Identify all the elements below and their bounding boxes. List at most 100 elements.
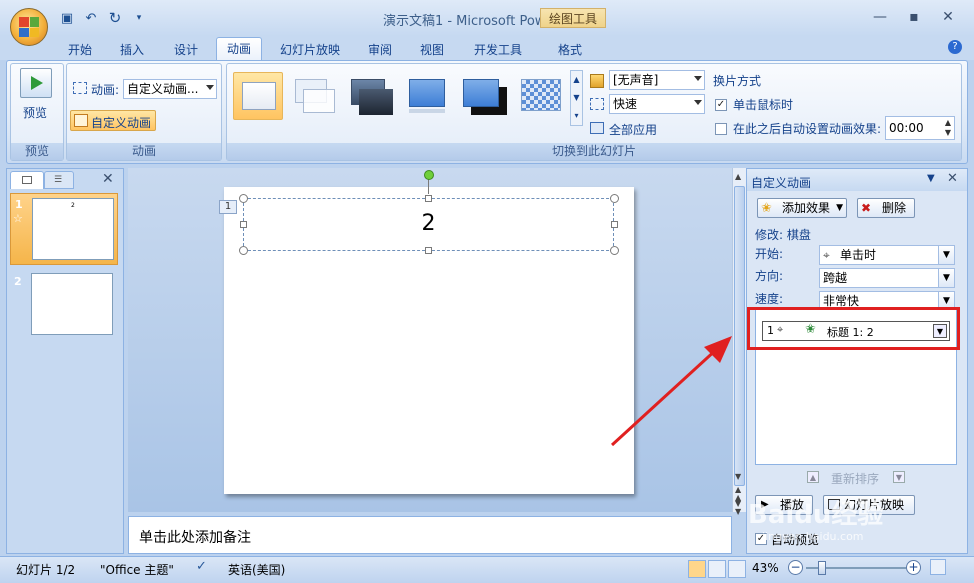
- tab-animations[interactable]: 动画: [216, 37, 263, 61]
- auto-time-spinner[interactable]: 00:00 ▲ ▼: [885, 116, 955, 140]
- speed-value: 非常快: [823, 294, 860, 308]
- tab-slides-thumbnails[interactable]: [10, 171, 44, 189]
- animation-combo-value: 自定义动画...: [127, 82, 199, 96]
- close-icon[interactable]: ✕: [947, 171, 958, 186]
- apply-all-button[interactable]: 全部应用: [609, 121, 657, 138]
- slideshow-view-icon[interactable]: [728, 560, 746, 578]
- remove-label: 删除: [882, 201, 907, 215]
- move-up-icon[interactable]: ▲: [807, 471, 819, 483]
- watermark-url: jingyan.baidu.com: [762, 530, 864, 543]
- transition-cut-icon: [409, 79, 445, 107]
- gallery-down-icon[interactable]: ▼: [571, 89, 582, 107]
- rotate-handle-icon[interactable]: [424, 170, 434, 180]
- chevron-down-icon: ▼: [836, 203, 843, 213]
- sound-combo[interactable]: [无声音]: [609, 70, 705, 90]
- spellcheck-icon[interactable]: ✓: [196, 559, 207, 574]
- tab-outline[interactable]: ☰: [44, 171, 74, 189]
- resize-handle[interactable]: [610, 246, 619, 255]
- transition-fade-black[interactable]: [346, 72, 396, 120]
- transition-fade-black-icon-front: [359, 89, 393, 115]
- chevron-down-icon[interactable]: ▼: [938, 269, 954, 287]
- zoom-in-icon[interactable]: +: [906, 560, 921, 575]
- resize-handle[interactable]: [610, 194, 619, 203]
- auto-after-label: 在此之后自动设置动画效果:: [733, 122, 882, 136]
- tab-design[interactable]: 设计: [164, 40, 208, 60]
- resize-handle[interactable]: [240, 221, 247, 228]
- apply-all-icon: [590, 122, 604, 134]
- close-pane-icon[interactable]: ✕: [102, 171, 114, 187]
- start-label: 开始:: [755, 247, 784, 261]
- chevron-down-icon: [694, 100, 702, 105]
- remove-icon: ✖: [861, 201, 872, 215]
- slide-thumb-2[interactable]: 2: [10, 271, 118, 337]
- window-title: 演示文稿1 - Microsoft PowerPoint: [382, 14, 592, 29]
- notes-pane[interactable]: 单击此处添加备注: [128, 516, 732, 554]
- on-click-checkbox[interactable]: ✓: [715, 97, 727, 111]
- resize-handle[interactable]: [239, 194, 248, 203]
- zoom-out-icon[interactable]: −: [788, 560, 803, 575]
- scroll-up-icon[interactable]: ▲: [735, 172, 741, 181]
- tab-slideshow[interactable]: 幻灯片放映: [270, 40, 350, 60]
- title-placeholder[interactable]: 2: [243, 198, 614, 251]
- gallery-up-icon[interactable]: ▲: [571, 71, 582, 89]
- slide-thumbnail-2: [31, 273, 113, 335]
- direction-combo[interactable]: 跨越 ▼: [819, 268, 955, 288]
- tab-insert[interactable]: 插入: [110, 40, 154, 60]
- pane-menu-icon[interactable]: ▼: [927, 173, 935, 184]
- sound-icon: [590, 74, 604, 88]
- next-slide-icon[interactable]: ▼ ▼: [735, 500, 741, 516]
- close-icon[interactable]: ✕: [934, 6, 962, 28]
- animation-label: 动画:: [91, 83, 120, 97]
- preview-button[interactable]: 预览: [23, 104, 47, 121]
- speed-combo[interactable]: 快速: [609, 94, 705, 114]
- maximize-icon[interactable]: ▪: [900, 6, 928, 28]
- remove-button[interactable]: ✖ 删除: [857, 198, 915, 218]
- slide-thumb-text: 2: [71, 202, 75, 209]
- transition-fade-smooth[interactable]: [290, 72, 340, 120]
- transition-none[interactable]: [233, 72, 283, 120]
- outline-icon: ☰: [54, 175, 63, 185]
- resize-handle[interactable]: [425, 195, 432, 202]
- title-text[interactable]: 2: [244, 211, 613, 236]
- zoom-level: 43%: [752, 561, 779, 575]
- resize-handle[interactable]: [425, 247, 432, 254]
- transition-dissolve[interactable]: [514, 72, 564, 120]
- custom-animation-button[interactable]: 自定义动画: [70, 110, 156, 131]
- star-icon: ✬: [761, 201, 772, 216]
- move-down-icon[interactable]: ▼: [893, 471, 905, 483]
- chevron-down-icon[interactable]: ▼: [938, 246, 954, 264]
- gallery-scroll[interactable]: ▲ ▼ ▾: [570, 70, 583, 126]
- help-icon[interactable]: ?: [948, 40, 962, 54]
- tab-review[interactable]: 审阅: [358, 40, 402, 60]
- animation-group: 动画: 自定义动画... 自定义动画 动画: [66, 63, 222, 161]
- resize-handle[interactable]: [611, 221, 618, 228]
- slide-sorter-icon[interactable]: [708, 560, 726, 578]
- auto-after-checkbox[interactable]: [715, 121, 727, 135]
- tab-view[interactable]: 视图: [410, 40, 454, 60]
- slide-thumb-1-selected[interactable]: 1 ☆ 2: [10, 193, 118, 265]
- zoom-slider-thumb[interactable]: [818, 561, 826, 575]
- preview-icon[interactable]: [20, 68, 52, 98]
- tab-home[interactable]: 开始: [58, 40, 102, 60]
- transition-cut[interactable]: [402, 72, 452, 120]
- animation-combo[interactable]: 自定义动画...: [123, 79, 217, 99]
- start-combo[interactable]: ⌖ 单击时 ▼: [819, 245, 955, 265]
- tab-format[interactable]: 格式: [548, 40, 592, 60]
- on-click-label: 单击鼠标时: [733, 98, 794, 112]
- resize-handle[interactable]: [239, 246, 248, 255]
- tab-developer[interactable]: 开发工具: [464, 40, 532, 60]
- minimize-icon[interactable]: —: [866, 6, 894, 28]
- spinner-arrows-icon[interactable]: ▲ ▼: [945, 118, 951, 138]
- gallery-more-icon[interactable]: ▾: [571, 107, 582, 125]
- office-button[interactable]: [10, 8, 48, 46]
- fit-window-icon[interactable]: [930, 559, 946, 575]
- notes-placeholder[interactable]: 单击此处添加备注: [139, 527, 251, 547]
- animation-group-label: 动画: [67, 143, 221, 160]
- theme-name: "Office 主题": [100, 563, 174, 577]
- add-effect-button[interactable]: ✬ 添加效果 ▼: [757, 198, 847, 218]
- normal-view-icon[interactable]: [688, 560, 706, 578]
- highlight-box: [747, 307, 960, 350]
- scroll-down-icon[interactable]: ▼: [735, 472, 741, 481]
- transition-cut-black[interactable]: [458, 72, 508, 120]
- animation-order-tag[interactable]: 1: [219, 200, 237, 214]
